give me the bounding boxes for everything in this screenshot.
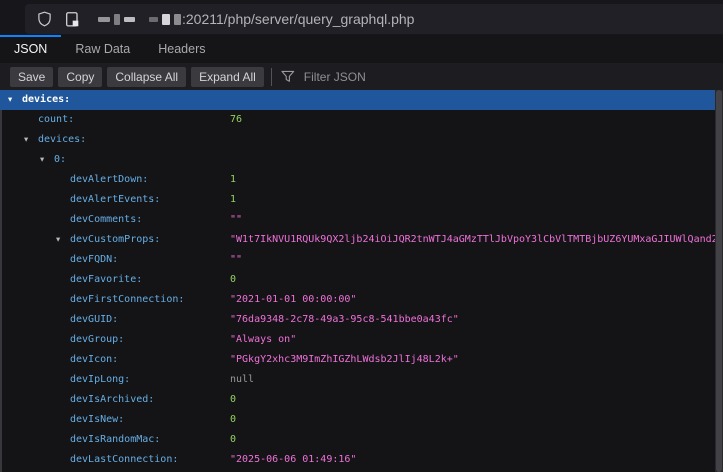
toolbar-separator <box>271 68 272 86</box>
json-key: devIsRandomMac: <box>70 430 160 450</box>
expander-icon[interactable]: ▼ <box>24 137 28 144</box>
filter-box <box>281 69 723 85</box>
json-row-0[interactable]: ▼ 0: <box>0 150 723 170</box>
json-value: "PGkgY2xhc3M9ImZhIGZhLWdsb2JlIj48L2k+" <box>230 350 459 370</box>
json-row-devAlertDown[interactable]: devAlertDown: 1 <box>0 170 723 190</box>
json-value: "W1t7IkNVU1RQUk9QX2ljb24iOiJQR2tnWTJ4aGM… <box>230 230 718 250</box>
json-value: "76da9348-2c78-49a3-95c8-541bbe0a43fc" <box>230 310 459 330</box>
json-key: devGroup: <box>70 330 124 350</box>
json-key: devIpLong: <box>70 370 130 390</box>
browser-chrome: :20211/php/server/query_graphql.php <box>0 0 723 35</box>
json-value: 1 <box>230 190 236 210</box>
collapse-all-button[interactable]: Collapse All <box>107 67 186 87</box>
tab-raw-data[interactable]: Raw Data <box>61 35 144 63</box>
json-toolbar: SaveCopyCollapse AllExpand All <box>0 63 723 90</box>
json-row-devFavorite[interactable]: devFavorite: 0 <box>0 270 723 290</box>
json-key: 0: <box>54 150 66 170</box>
json-value: "" <box>230 210 242 230</box>
json-value: "2025-06-06 01:49:16" <box>230 450 356 470</box>
json-key: devGUID: <box>70 310 118 330</box>
json-key: devFavorite: <box>70 270 142 290</box>
json-row-devIpLong[interactable]: devIpLong: null <box>0 370 723 390</box>
json-row-devComments[interactable]: devComments: "" <box>0 210 723 230</box>
shield-icon[interactable] <box>37 11 52 27</box>
tab-json[interactable]: JSON <box>0 35 61 63</box>
firefox-json-viewer-window: :20211/php/server/query_graphql.php JSON… <box>0 0 723 472</box>
json-row-devLastConnection[interactable]: devLastConnection: "2025-06-06 01:49:16" <box>0 450 723 470</box>
json-key: devComments: <box>70 210 142 230</box>
json-key: devLastConnection: <box>70 450 178 470</box>
json-key: devAlertEvents: <box>70 190 160 210</box>
json-value: 0 <box>230 270 236 290</box>
viewer-tab-bar: JSONRaw DataHeaders <box>0 35 723 63</box>
scrollbar-thumb[interactable] <box>716 90 722 472</box>
json-row-count[interactable]: count: 76 <box>0 110 723 130</box>
json-row-devFirstConnection[interactable]: devFirstConnection: "2021-01-01 00:00:00" <box>0 290 723 310</box>
json-key: count: <box>38 110 74 130</box>
json-value: 76 <box>230 110 242 130</box>
filter-funnel-icon <box>281 70 295 83</box>
filter-json-input[interactable] <box>302 69 506 85</box>
expander-icon[interactable]: ▼ <box>8 97 12 104</box>
vertical-scrollbar[interactable] <box>715 90 723 472</box>
json-value: "2021-01-01 00:00:00" <box>230 290 356 310</box>
json-key: devIsArchived: <box>70 390 154 410</box>
page-icon[interactable] <box>65 11 80 28</box>
json-value: "Always on" <box>230 330 296 350</box>
json-value: 0 <box>230 390 236 410</box>
json-row-devices[interactable]: ▼ devices: <box>0 130 723 150</box>
json-key: devFirstConnection: <box>70 290 184 310</box>
json-key: devAlertDown: <box>70 170 148 190</box>
copy-button[interactable]: Copy <box>58 67 102 87</box>
json-key: devices: <box>22 90 70 110</box>
json-row-devGroup[interactable]: devGroup: "Always on" <box>0 330 723 350</box>
json-key: devIcon: <box>70 350 118 370</box>
url-text: :20211/php/server/query_graphql.php <box>182 11 414 27</box>
tab-headers[interactable]: Headers <box>144 35 219 63</box>
json-row-devIsRandomMac[interactable]: devIsRandomMac: 0 <box>0 430 723 450</box>
expander-icon[interactable]: ▼ <box>40 157 44 164</box>
json-value: 0 <box>230 430 236 450</box>
url-bar[interactable]: :20211/php/server/query_graphql.php <box>25 4 723 34</box>
json-key: devIsNew: <box>70 410 124 430</box>
json-row-devIcon[interactable]: devIcon: "PGkgY2xhc3M9ImZhIGZhLWdsb2JlIj4… <box>0 350 723 370</box>
json-value: 1 <box>230 170 236 190</box>
json-key: devFQDN: <box>70 250 118 270</box>
json-value: 0 <box>230 410 236 430</box>
json-value: "" <box>230 250 242 270</box>
save-button[interactable]: Save <box>10 67 53 87</box>
json-key: devices: <box>38 130 86 150</box>
redacted-url-text <box>98 14 181 25</box>
json-row-devIsArchived[interactable]: devIsArchived: 0 <box>0 390 723 410</box>
json-row-devices[interactable]: ▼ devices: <box>0 90 723 110</box>
json-row-devAlertEvents[interactable]: devAlertEvents: 1 <box>0 190 723 210</box>
json-value: null <box>230 370 254 390</box>
json-row-devCustomProps[interactable]: ▼ devCustomProps: "W1t7IkNVU1RQUk9QX2ljb24… <box>0 230 723 250</box>
expand-all-button[interactable]: Expand All <box>191 67 264 87</box>
json-tree: ▼ devices:count: 76 ▼ devices: ▼ 0:devAlertDow… <box>0 90 723 472</box>
json-row-devFQDN[interactable]: devFQDN: "" <box>0 250 723 270</box>
expander-icon[interactable]: ▼ <box>56 237 60 244</box>
json-key: devCustomProps: <box>70 230 160 250</box>
json-row-devGUID[interactable]: devGUID: "76da9348-2c78-49a3-95c8-541bbe0… <box>0 310 723 330</box>
json-row-devIsNew[interactable]: devIsNew: 0 <box>0 410 723 430</box>
